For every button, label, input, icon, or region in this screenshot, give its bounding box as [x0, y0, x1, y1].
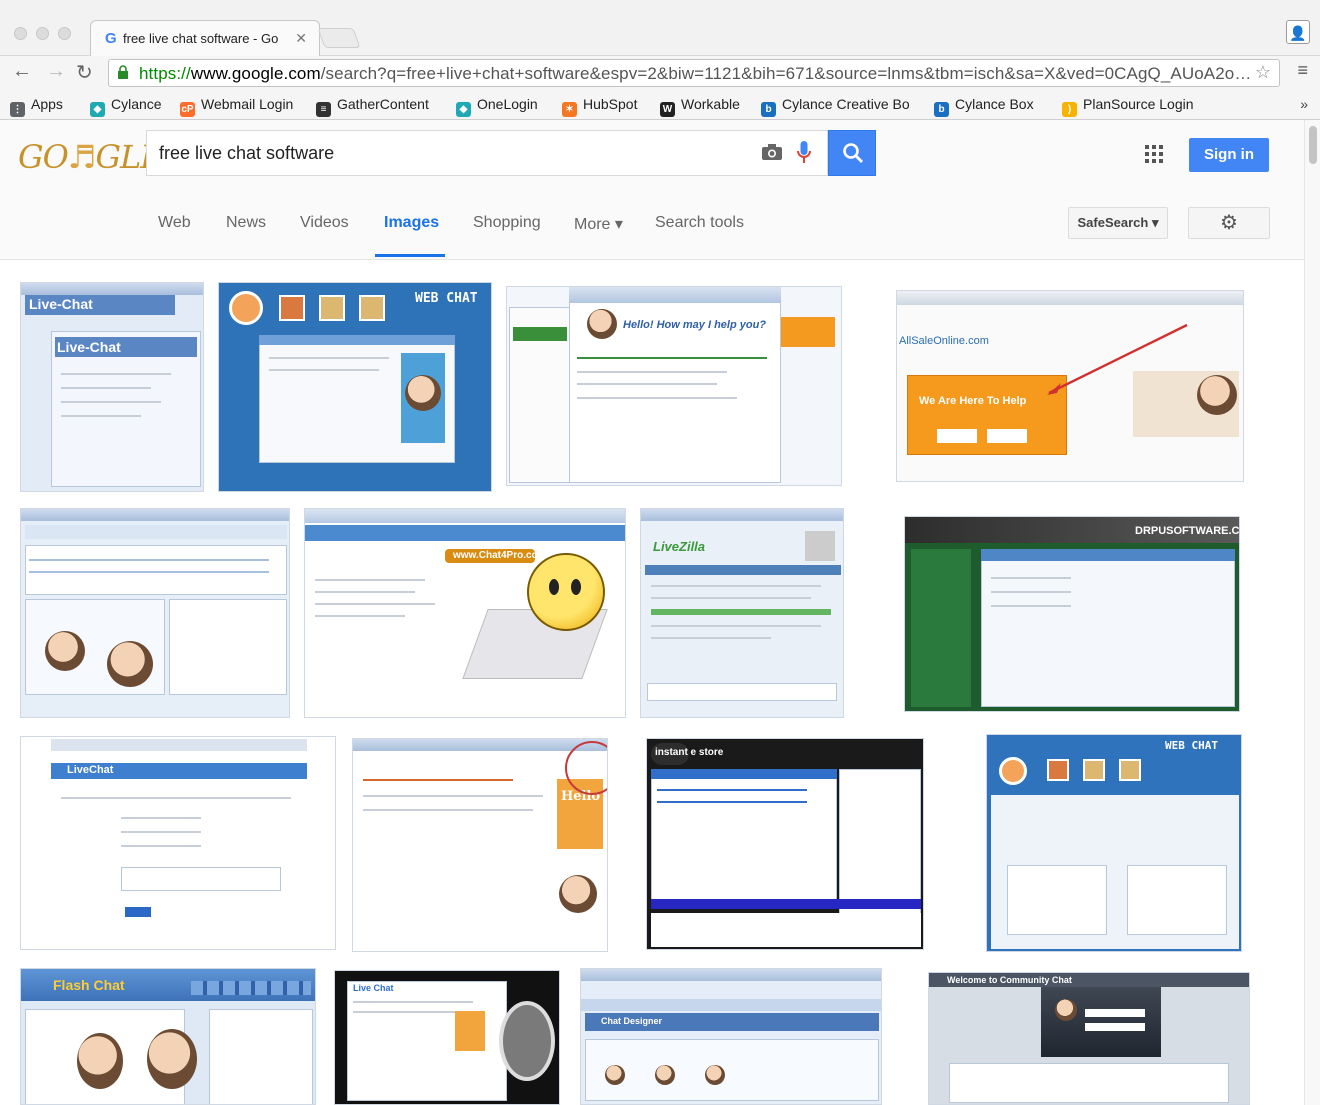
- cpanel-icon: cP: [180, 102, 195, 117]
- image-result[interactable]: Flash Chat: [20, 968, 316, 1105]
- bookmark-cylance-creative-bo[interactable]: b Cylance Creative Bo: [761, 96, 910, 117]
- tab-more[interactable]: More ▾: [574, 214, 623, 234]
- new-tab-button[interactable]: [317, 28, 361, 48]
- more-bookmarks-icon[interactable]: »: [1300, 96, 1308, 112]
- image-result[interactable]: Live Chat: [334, 970, 560, 1105]
- google-apps-icon[interactable]: [1145, 145, 1163, 163]
- bookmark-cylance[interactable]: ◆ Cylance: [90, 96, 162, 117]
- image-result[interactable]: Hello: [352, 738, 608, 952]
- close-window-button[interactable]: [14, 27, 27, 40]
- bookmark-label: GatherContent: [337, 96, 429, 112]
- google-logo[interactable]: GO♬GLE: [18, 138, 164, 176]
- zoom-window-button[interactable]: [58, 27, 71, 40]
- search-query: free live chat software: [159, 143, 335, 163]
- search-button[interactable]: [828, 130, 876, 176]
- image-result[interactable]: instant e store: [646, 738, 924, 950]
- tab-videos[interactable]: Videos: [300, 214, 349, 232]
- search-icon: [843, 143, 863, 163]
- browser-tabstrip: G free live chat software - Go ✕ 👤: [0, 0, 1320, 56]
- cylance-icon: ◆: [90, 102, 105, 117]
- image-result[interactable]: Chat Designer: [580, 968, 882, 1105]
- plansource-icon: ): [1062, 102, 1077, 117]
- safesearch-dropdown[interactable]: SafeSearch ▾: [1068, 207, 1168, 239]
- tab-shopping[interactable]: Shopping: [473, 214, 541, 232]
- workable-icon: W: [660, 102, 675, 117]
- forward-icon[interactable]: →: [46, 60, 66, 83]
- bookmark-hubspot[interactable]: ✶ HubSpot: [562, 96, 637, 117]
- hubspot-icon: ✶: [562, 102, 577, 117]
- image-result[interactable]: LiveChat: [20, 736, 336, 950]
- url-text: https://www.google.com/search?q=free+liv…: [139, 64, 1252, 83]
- bookmark-label: Workable: [681, 96, 740, 112]
- search-input[interactable]: free live chat software: [146, 130, 828, 176]
- bookmark-label: Cylance Box: [955, 96, 1034, 112]
- image-result[interactable]: [20, 508, 290, 718]
- bookmark-apps[interactable]: ⋮ Apps: [10, 96, 63, 117]
- image-result[interactable]: LiveZilla: [640, 508, 844, 718]
- image-result[interactable]: DRPUSOFTWARE.COM: [904, 516, 1240, 712]
- onelogin-icon: ◆: [456, 102, 471, 117]
- image-result[interactable]: www.Chat4Pro.com: [304, 508, 626, 718]
- bookmark-workable[interactable]: W Workable: [660, 96, 740, 117]
- sign-in-button[interactable]: Sign in: [1189, 138, 1269, 172]
- tab-news[interactable]: News: [226, 214, 266, 232]
- image-result[interactable]: Hello! How may I help you?: [506, 286, 842, 486]
- browser-toolbar: ← → ↻ https://www.google.com/search?q=fr…: [0, 56, 1320, 90]
- browser-tab[interactable]: G free live chat software - Go ✕: [90, 20, 320, 56]
- lock-icon: [118, 65, 128, 79]
- bookmark-label: OneLogin: [477, 96, 538, 112]
- bookmark-gathercontent[interactable]: ≡ GatherContent: [316, 96, 429, 117]
- camera-icon[interactable]: [761, 143, 783, 161]
- minimize-window-button[interactable]: [36, 27, 49, 40]
- bookmark-webmail-login[interactable]: cP Webmail Login: [180, 96, 293, 117]
- tab-search-tools[interactable]: Search tools: [655, 214, 744, 232]
- bookmark-label: Apps: [31, 96, 63, 112]
- gathercontent-icon: ≡: [316, 102, 331, 117]
- image-result[interactable]: AllSaleOnline.com We Are Here To Help: [896, 290, 1244, 482]
- bookmark-onelogin[interactable]: ◆ OneLogin: [456, 96, 538, 117]
- google-favicon-icon: G: [105, 30, 117, 47]
- address-bar[interactable]: https://www.google.com/search?q=free+liv…: [108, 59, 1280, 87]
- reload-icon[interactable]: ↻: [76, 60, 93, 85]
- image-result[interactable]: WEB CHAT: [986, 734, 1242, 952]
- image-result[interactable]: Welcome to Community Chat: [928, 972, 1250, 1105]
- box-icon: b: [934, 102, 949, 117]
- bookmark-cylance-box[interactable]: b Cylance Box: [934, 96, 1034, 117]
- profile-icon[interactable]: 👤: [1286, 20, 1310, 44]
- bookmark-label: HubSpot: [583, 96, 638, 112]
- bookmark-star-icon[interactable]: ☆: [1255, 62, 1271, 83]
- tab-web[interactable]: Web: [158, 214, 191, 232]
- tab-title: free live chat software - Go: [123, 31, 279, 46]
- close-tab-icon[interactable]: ✕: [295, 30, 307, 47]
- settings-gear-icon[interactable]: ⚙: [1188, 207, 1270, 239]
- bookmark-plansource-login[interactable]: ) PlanSource Login: [1062, 96, 1194, 117]
- apps-icon: ⋮: [10, 102, 25, 117]
- bookmark-label: Cylance Creative Bo: [782, 96, 910, 112]
- image-result[interactable]: WEB CHAT: [218, 282, 492, 492]
- chrome-menu-icon[interactable]: ≡: [1297, 60, 1308, 81]
- microphone-icon[interactable]: [797, 141, 811, 165]
- bookmark-label: Cylance: [111, 96, 162, 112]
- search-type-tabs: Web News Videos Images Shopping More ▾ S…: [0, 212, 900, 258]
- image-result[interactable]: Live-Chat Live-Chat: [20, 282, 204, 492]
- google-header: GO♬GLE free live chat software Sign in W…: [0, 120, 1304, 260]
- scrollbar-thumb[interactable]: [1309, 126, 1317, 164]
- tab-images[interactable]: Images: [384, 214, 439, 232]
- box-icon: b: [761, 102, 776, 117]
- bookmarks-bar: ⋮ Apps ◆ Cylance cP Webmail Login ≡ GatherConte…: [0, 90, 1320, 120]
- bookmark-label: PlanSource Login: [1083, 96, 1194, 112]
- active-tab-indicator: [375, 254, 445, 257]
- back-icon[interactable]: ←: [12, 60, 32, 83]
- page-scrollbar[interactable]: [1304, 120, 1320, 1105]
- bookmark-label: Webmail Login: [201, 96, 294, 112]
